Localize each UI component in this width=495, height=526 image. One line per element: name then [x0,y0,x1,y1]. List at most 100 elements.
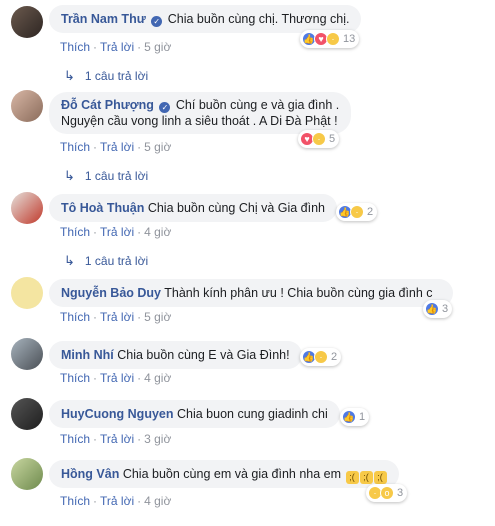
crying-emoji-icon: ;( [345,471,359,484]
view-replies[interactable]: ↳ 1 câu trả lời [64,253,148,269]
avatar[interactable] [11,338,43,370]
reactions[interactable]: 👍 ♥ · 13 [300,30,360,48]
replies-count: 1 câu trả lời [84,169,149,183]
reaction-count: 2 [367,206,374,218]
avatar[interactable] [11,90,43,122]
avatar[interactable] [11,277,43,309]
separator: · [93,140,98,154]
like-link[interactable]: Thích [60,432,90,446]
commenter-name[interactable]: Minh Nhí [61,348,114,362]
like-icon: 👍 [342,410,356,424]
like-link[interactable]: Thích [60,40,90,54]
timestamp[interactable]: 4 giờ [144,371,171,385]
comment-actions: Thích · Trả lời · 4 giờ [60,494,171,508]
timestamp[interactable]: 5 giờ [144,40,171,54]
reply-arrow-icon: ↳ [64,168,75,183]
commenter-name[interactable]: Hồng Vân [61,467,119,481]
comment-text: Chia buồn cùng chị. Thương chị. [167,12,350,26]
like-link[interactable]: Thích [60,225,90,239]
reactions[interactable]: 👍 3 [423,300,453,318]
commenter-name[interactable]: Trần Nam Thư [61,12,146,26]
avatar[interactable] [11,192,43,224]
wow-icon: o [380,486,394,500]
timestamp[interactable]: 5 giờ [144,310,171,324]
comment-bubble: Nguyễn Bảo Duy Thành kính phân ưu ! Chia… [49,279,453,307]
separator: · [137,225,142,239]
comment-bubble: Minh Nhí Chia buồn cùng E và Gia Đình! [49,341,302,369]
separator: · [93,40,98,54]
avatar[interactable] [11,458,43,490]
reaction-count: 3 [442,303,449,315]
comment-bubble: Trần Nam Thư ✓ Chia buồn cùng chị. Thươn… [49,5,362,33]
separator: · [137,432,142,446]
like-link[interactable]: Thích [60,140,90,154]
replies-count: 1 câu trả lời [84,69,149,83]
reactions[interactable]: ♥ · 5 [298,130,340,148]
like-link[interactable]: Thích [60,494,90,508]
comment-actions: Thích · Trả lời · 5 giờ [60,310,171,324]
sad-icon: · [350,205,364,219]
comment-actions: Thích · Trả lời · 5 giờ [60,40,171,54]
commenter-name[interactable]: Đỗ Cát Phượng [61,98,154,112]
comment-bubble: Hồng Vân Chia buồn cùng em và gia đình n… [49,460,399,488]
reaction-count: 3 [397,487,404,499]
timestamp[interactable]: 4 giờ [144,494,171,508]
like-icon: 👍 [425,302,439,316]
separator: · [93,310,98,324]
reply-link[interactable]: Trả lời [100,494,134,508]
reply-link[interactable]: Trả lời [100,371,134,385]
reaction-count: 2 [331,351,338,363]
like-link[interactable]: Thích [60,310,90,324]
comment-text: Thành kính phân ưu ! Chia buồn cùng gia … [164,286,433,300]
comment-bubble: HuyCuong Nguyen Chia buon cung giadinh c… [49,400,340,428]
verified-badge-icon: ✓ [151,16,163,27]
crying-emoji-icon: ;( [373,471,387,484]
separator: · [93,225,98,239]
separator: · [137,371,142,385]
commenter-name[interactable]: Tô Hoà Thuận [61,201,144,215]
comment-actions: Thích · Trả lời · 4 giờ [60,225,171,239]
avatar[interactable] [11,6,43,38]
reaction-count: 13 [343,33,356,45]
commenter-name[interactable]: HuyCuong Nguyen [61,407,174,421]
view-replies[interactable]: ↳ 1 câu trả lời [64,68,148,84]
reply-link[interactable]: Trả lời [100,40,134,54]
separator: · [137,140,142,154]
comment-actions: Thích · Trả lời · 3 giờ [60,432,171,446]
comment-text-line-2: Nguyện cầu vong linh a siêu thoát . A Di… [61,114,338,128]
reactions[interactable]: 👍 · 2 [300,348,342,366]
timestamp[interactable]: 5 giờ [144,140,171,154]
reply-link[interactable]: Trả lời [100,432,134,446]
comment-text: Chia buồn cùng em và gia đình nha em [122,467,342,481]
replies-count: 1 câu trả lời [84,254,149,268]
separator: · [137,40,142,54]
separator: · [93,494,98,508]
verified-badge-icon: ✓ [159,102,171,113]
reactions[interactable]: 👍 1 [340,408,370,426]
comment-bubble: Đỗ Cát Phượng ✓ Chí buồn cùng e và gia đ… [49,92,352,134]
separator: · [137,310,142,324]
reactions[interactable]: 👍 · 2 [336,203,378,221]
view-replies[interactable]: ↳ 1 câu trả lời [64,168,148,184]
comment-text: Chí buồn cùng e và gia đình . [175,98,340,112]
separator: · [93,371,98,385]
reply-link[interactable]: Trả lời [100,310,134,324]
reply-link[interactable]: Trả lời [100,140,134,154]
timestamp[interactable]: 4 giờ [144,225,171,239]
separator: · [137,494,142,508]
sad-icon: · [312,132,326,146]
timestamp[interactable]: 3 giờ [144,432,171,446]
avatar[interactable] [11,398,43,430]
comment-text: Chia buon cung giadinh chi [176,407,328,421]
reply-arrow-icon: ↳ [64,253,75,268]
comment-text: Chia buồn cùng Chị và Gia đình [147,201,326,215]
comment-actions: Thích · Trả lời · 5 giờ [60,140,171,154]
like-link[interactable]: Thích [60,371,90,385]
comment-bubble: Tô Hoà Thuận Chia buồn cùng Chị và Gia đ… [49,194,338,222]
commenter-name[interactable]: Nguyễn Bảo Duy [61,286,161,300]
reactions[interactable]: · o 3 [366,484,408,502]
reply-link[interactable]: Trả lời [100,225,134,239]
sad-icon: · [326,32,340,46]
separator: · [93,432,98,446]
reaction-count: 1 [359,411,366,423]
